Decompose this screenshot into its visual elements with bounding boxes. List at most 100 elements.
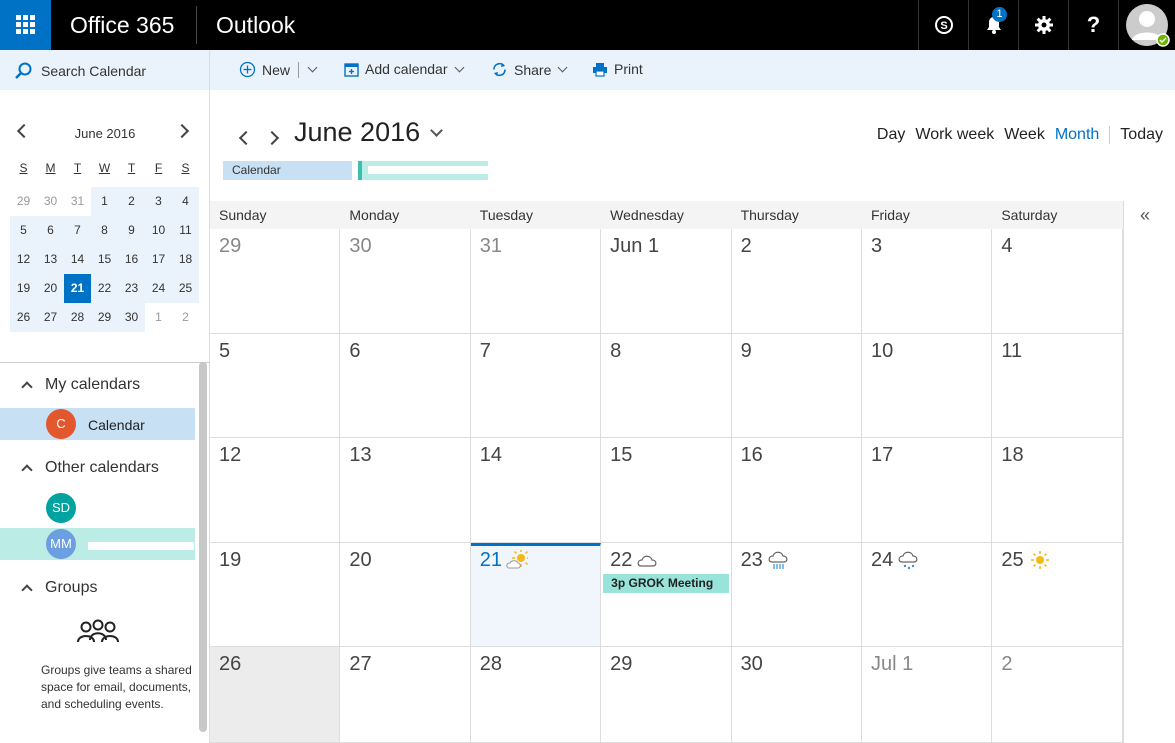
other-calendar-item-sd[interactable]: SD bbox=[0, 492, 195, 524]
other-calendars-header[interactable]: Other calendars bbox=[0, 455, 195, 481]
day-cell[interactable]: 22 3p GROK Meeting bbox=[601, 542, 732, 647]
day-cell[interactable]: 10 bbox=[861, 333, 993, 438]
day-cell[interactable]: 13 bbox=[340, 438, 471, 543]
mini-day[interactable]: 8 bbox=[91, 216, 118, 245]
today-button[interactable]: Today bbox=[1120, 126, 1163, 144]
view-day[interactable]: Day bbox=[877, 126, 905, 144]
print-button[interactable]: Print bbox=[592, 61, 643, 77]
mini-day[interactable]: 10 bbox=[145, 216, 172, 245]
day-cell-today[interactable]: 21 bbox=[470, 542, 602, 647]
mini-day[interactable]: 16 bbox=[118, 245, 145, 274]
day-cell[interactable]: Jul 1 bbox=[861, 647, 993, 743]
day-cell[interactable]: 29 bbox=[210, 229, 341, 334]
day-cell[interactable]: 27 bbox=[340, 647, 471, 743]
mini-day[interactable]: 4 bbox=[172, 187, 199, 216]
day-cell[interactable]: 12 bbox=[210, 438, 341, 543]
mini-day[interactable]: 28 bbox=[64, 303, 91, 332]
view-week[interactable]: Week bbox=[1004, 126, 1045, 144]
day-cell[interactable]: 5 bbox=[210, 333, 341, 438]
skype-button[interactable]: S bbox=[918, 0, 968, 50]
mini-day[interactable]: 14 bbox=[64, 245, 91, 274]
mini-day[interactable]: 30 bbox=[118, 303, 145, 332]
mini-day[interactable]: 26 bbox=[10, 303, 37, 332]
mini-day[interactable]: 1 bbox=[91, 187, 118, 216]
mini-day[interactable]: 23 bbox=[118, 274, 145, 303]
calendar-filter-tag[interactable]: Calendar bbox=[223, 161, 352, 180]
mini-day[interactable]: 31 bbox=[64, 187, 91, 216]
day-cell[interactable]: 18 bbox=[992, 438, 1123, 543]
day-cell[interactable]: 2 bbox=[992, 647, 1123, 743]
app-launcher-button[interactable] bbox=[0, 0, 51, 50]
mini-day[interactable]: 2 bbox=[172, 303, 199, 332]
calendar-list-item[interactable]: C Calendar bbox=[0, 408, 195, 440]
user-avatar-button[interactable] bbox=[1118, 0, 1175, 50]
calendar-event[interactable]: 3p GROK Meeting bbox=[603, 573, 730, 593]
day-cell[interactable]: 4 bbox=[992, 229, 1123, 334]
next-month-icon[interactable] bbox=[264, 130, 280, 146]
mini-day[interactable]: 27 bbox=[37, 303, 64, 332]
day-cell[interactable]: 20 bbox=[340, 542, 471, 647]
day-cell[interactable]: 26 bbox=[210, 647, 341, 743]
mini-day[interactable]: 2 bbox=[118, 187, 145, 216]
day-cell[interactable]: 29 bbox=[601, 647, 732, 743]
mini-day[interactable]: 17 bbox=[145, 245, 172, 274]
new-button[interactable]: New bbox=[239, 61, 318, 78]
outlook-brand[interactable]: Outlook bbox=[216, 12, 295, 39]
notifications-button[interactable]: 1 bbox=[968, 0, 1018, 50]
chevron-down-icon[interactable] bbox=[307, 62, 318, 73]
day-cell[interactable]: 24 bbox=[861, 542, 993, 647]
mini-day[interactable]: 18 bbox=[172, 245, 199, 274]
mini-day[interactable]: 9 bbox=[118, 216, 145, 245]
day-cell[interactable]: 6 bbox=[340, 333, 471, 438]
mini-day[interactable]: 6 bbox=[37, 216, 64, 245]
day-cell[interactable]: 14 bbox=[470, 438, 602, 543]
day-cell[interactable]: 30 bbox=[731, 647, 862, 743]
mini-day[interactable]: 30 bbox=[37, 187, 64, 216]
settings-button[interactable] bbox=[1018, 0, 1068, 50]
mini-day[interactable]: 1 bbox=[145, 303, 172, 332]
collapse-pane-icon[interactable]: « bbox=[1140, 205, 1150, 226]
mini-day[interactable]: 13 bbox=[37, 245, 64, 274]
view-work-week[interactable]: Work week bbox=[915, 126, 994, 144]
my-calendars-header[interactable]: My calendars bbox=[0, 372, 195, 398]
share-button[interactable]: Share bbox=[491, 61, 568, 78]
view-month[interactable]: Month bbox=[1055, 126, 1099, 144]
search-calendar-box[interactable]: Search Calendar bbox=[0, 50, 210, 90]
day-cell[interactable]: 30 bbox=[340, 229, 471, 334]
mini-day[interactable]: 25 bbox=[172, 274, 199, 303]
groups-header[interactable]: Groups bbox=[0, 575, 195, 601]
day-cell[interactable]: 28 bbox=[470, 647, 602, 743]
mini-day[interactable]: 7 bbox=[64, 216, 91, 245]
day-cell[interactable]: 3 bbox=[861, 229, 993, 334]
day-cell[interactable]: Jun 1 bbox=[601, 229, 732, 334]
day-cell[interactable]: 25 bbox=[992, 542, 1123, 647]
day-cell[interactable]: 31 bbox=[470, 229, 602, 334]
mini-day[interactable]: 22 bbox=[91, 274, 118, 303]
day-cell[interactable]: 16 bbox=[731, 438, 862, 543]
sidebar-scrollbar[interactable] bbox=[199, 362, 207, 732]
day-cell[interactable]: 11 bbox=[992, 333, 1123, 438]
mini-day[interactable]: 5 bbox=[10, 216, 37, 245]
day-cell[interactable]: 7 bbox=[470, 333, 602, 438]
day-cell[interactable]: 9 bbox=[731, 333, 862, 438]
day-cell[interactable]: 23 bbox=[731, 542, 862, 647]
day-cell[interactable]: 17 bbox=[861, 438, 993, 543]
mini-day[interactable]: 29 bbox=[91, 303, 118, 332]
mini-day[interactable]: 29 bbox=[10, 187, 37, 216]
day-cell[interactable]: 2 bbox=[731, 229, 862, 334]
month-title-dropdown[interactable]: June 2016 bbox=[294, 117, 443, 148]
mini-day-today[interactable]: 21 bbox=[64, 274, 91, 303]
prev-month-icon[interactable] bbox=[238, 130, 254, 146]
other-calendar-item-mm[interactable]: MM bbox=[0, 528, 195, 560]
office-365-brand[interactable]: Office 365 bbox=[70, 12, 174, 39]
day-cell[interactable]: 8 bbox=[601, 333, 732, 438]
mini-day[interactable]: 3 bbox=[145, 187, 172, 216]
mini-day[interactable]: 12 bbox=[10, 245, 37, 274]
help-button[interactable]: ? bbox=[1068, 0, 1118, 50]
day-cell[interactable]: 15 bbox=[601, 438, 732, 543]
mini-day[interactable]: 11 bbox=[172, 216, 199, 245]
mini-day[interactable]: 20 bbox=[37, 274, 64, 303]
day-cell[interactable]: 19 bbox=[210, 542, 341, 647]
mini-day[interactable]: 24 bbox=[145, 274, 172, 303]
add-calendar-button[interactable]: Add calendar bbox=[344, 61, 464, 77]
